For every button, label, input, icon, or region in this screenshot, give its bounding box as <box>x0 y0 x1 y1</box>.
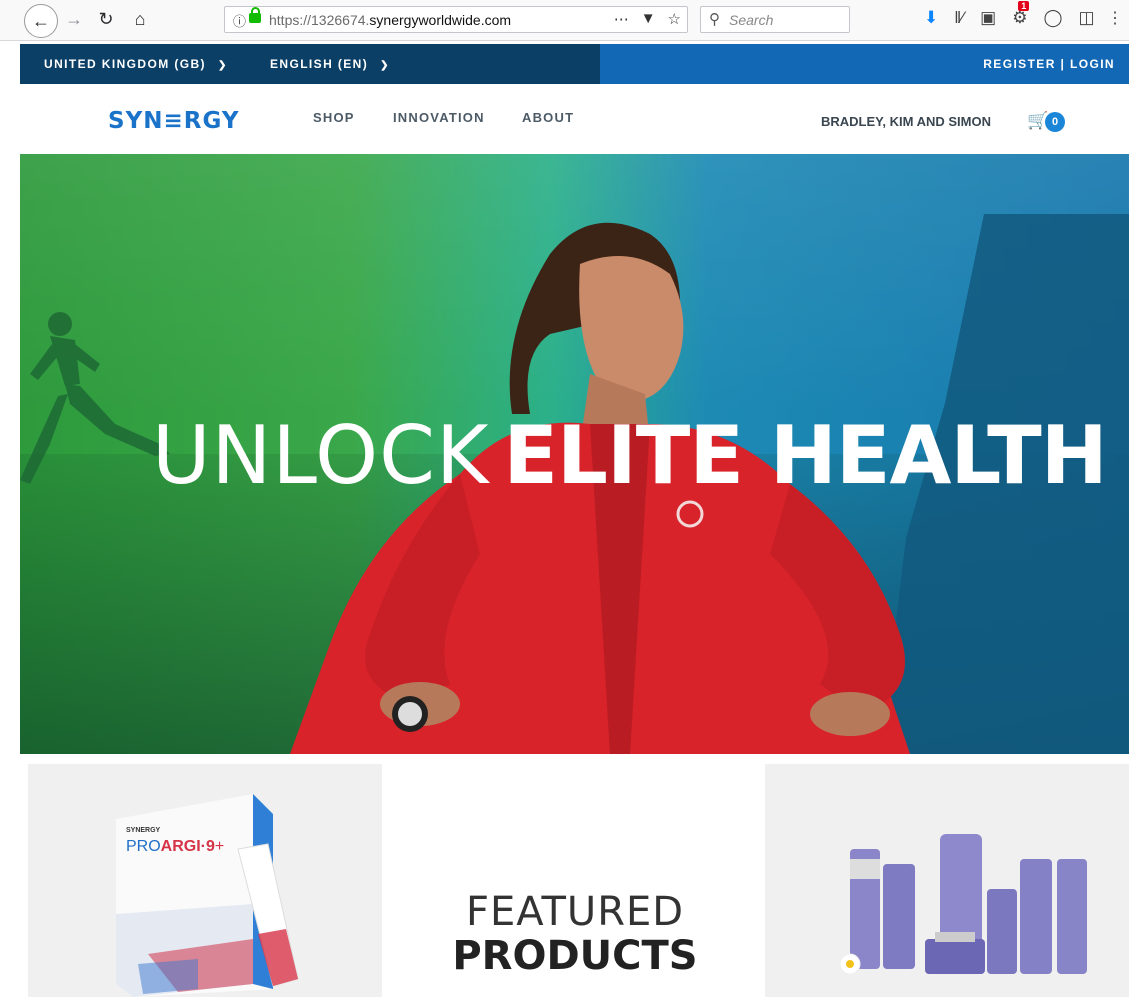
nav-link-innovation[interactable]: INNOVATION <box>393 110 485 125</box>
featured-line1: FEATURED <box>465 889 685 935</box>
box-product-name: PROARGI·9+ <box>126 838 224 856</box>
search-placeholder: Search <box>729 12 774 28</box>
back-icon[interactable]: ← <box>24 4 58 38</box>
hero-headline: UNLOCK ELITE HEALTH <box>152 409 1108 502</box>
country-label: UNITED KINGDOM (GB) <box>44 57 206 71</box>
lock-icon <box>249 7 261 23</box>
box-brand: SYNERGY <box>126 827 161 834</box>
extension-icon[interactable]: ▣ <box>980 8 996 28</box>
box-name-light: PRO <box>126 838 161 855</box>
featured-line2: PRODUCTS <box>452 933 698 979</box>
nav-link-about[interactable]: ABOUT <box>522 110 574 125</box>
proargi9-box-image <box>116 794 299 997</box>
utility-bar: UNITED KINGDOM (GB) ❯ ENGLISH (EN) ❯ REGIS… <box>20 44 1129 84</box>
chevron-down-icon: ❯ <box>380 60 390 71</box>
more-icon[interactable]: ⋯ <box>614 10 629 28</box>
country-selector[interactable]: UNITED KINGDOM (GB) ❯ <box>44 57 228 71</box>
hero-banner[interactable]: UNLOCK ELITE HEALTH <box>20 154 1129 754</box>
chevron-down-icon: ❯ <box>217 60 228 71</box>
proargi9-product-tile[interactable]: SYNERGY PROARGI·9+ <box>28 764 382 997</box>
cart-count-badge: 0 <box>1045 112 1065 132</box>
download-icon[interactable]: ⬇ <box>924 8 938 28</box>
url-text[interactable]: https://1326674.synergyworldwide.com <box>269 12 511 28</box>
main-nav: SYN≡RGY SHOP INNOVATION ABOUT BRADLEY, K… <box>20 84 1129 154</box>
notification-badge: 1 <box>1018 1 1030 11</box>
home-icon[interactable]: ⌂ <box>128 6 152 32</box>
user-greeting[interactable]: BRADLEY, KIM AND SIMON <box>821 114 991 129</box>
notification-icon[interactable]: ⚙ 1 <box>1012 1 1030 28</box>
register-login-link[interactable]: REGISTER | LOGIN <box>983 57 1115 71</box>
featured-products-section: SYNERGY PROARGI·9+ FEATURED PRODUCTS <box>20 754 1129 997</box>
search-input[interactable]: ⚲ Search <box>700 6 850 33</box>
bookmark-star-icon[interactable]: ☆ <box>668 10 681 28</box>
search-icon: ⚲ <box>709 11 720 28</box>
box-name-plus: + <box>214 838 225 855</box>
url-prefix: https://1326674. <box>269 12 370 28</box>
browser-toolbar: ← → ↻ ⌂ ⓘ https://1326674.synergyworldwi… <box>0 0 1129 41</box>
featured-products-title: FEATURED PRODUCTS <box>400 889 750 979</box>
hero-title-bold: ELITE HEALTH <box>503 409 1107 502</box>
hero-title-light: UNLOCK <box>152 409 490 502</box>
cart-button[interactable]: 🛒 0 <box>1027 111 1067 133</box>
address-bar[interactable]: ⓘ https://1326674.synergyworldwide.com ⋯… <box>224 6 688 33</box>
library-icon[interactable]: ‖⁄ <box>954 8 964 28</box>
language-label: ENGLISH (EN) <box>270 57 369 71</box>
info-icon[interactable]: ⓘ <box>233 11 246 30</box>
box-name-bold: ARGI·9 <box>160 838 215 855</box>
nav-link-shop[interactable]: SHOP <box>313 110 355 125</box>
url-domain: synergyworldwide.com <box>369 12 512 28</box>
shield-icon[interactable]: ◯ <box>1043 8 1062 28</box>
language-selector[interactable]: ENGLISH (EN) ❯ <box>270 57 390 71</box>
pocket-icon[interactable]: ▼ <box>641 10 656 28</box>
overflow-icon[interactable]: ⋮ <box>1107 8 1123 28</box>
sidebar-icon[interactable]: ◫ <box>1078 8 1094 28</box>
reload-icon[interactable]: ↻ <box>96 6 116 32</box>
skincare-products-image <box>839 834 1087 975</box>
synergy-logo[interactable]: SYN≡RGY <box>108 108 239 134</box>
skincare-product-tile[interactable] <box>765 764 1129 997</box>
forward-icon[interactable]: → <box>64 6 84 32</box>
